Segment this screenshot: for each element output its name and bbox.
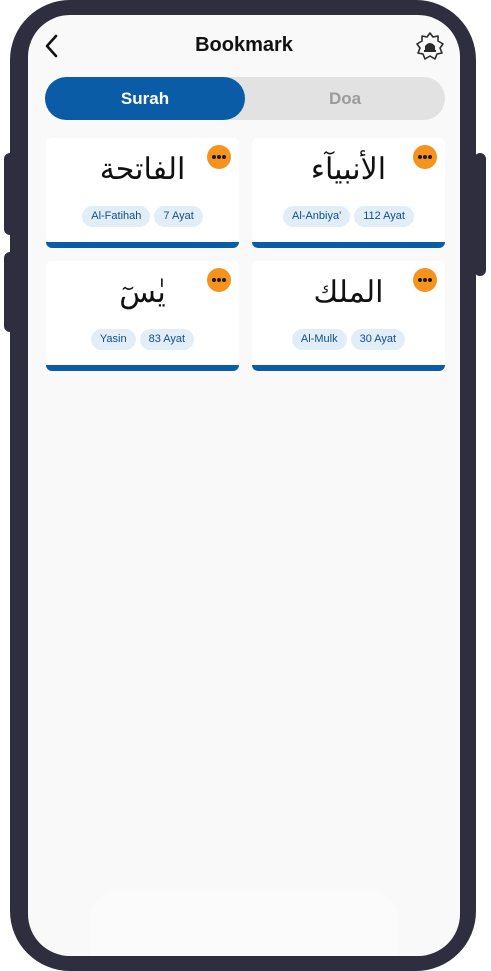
card-accent-bar [46, 365, 239, 371]
dot [222, 155, 226, 159]
dot [423, 155, 427, 159]
ayat-count-chip: 83 Ayat [139, 329, 195, 350]
ayat-count-chip: 7 Ayat [154, 206, 203, 227]
dot [212, 155, 216, 159]
ayat-count-chip: 30 Ayat [350, 329, 406, 350]
card-chips: Al-Mulk 30 Ayat [252, 329, 445, 350]
tab-surah[interactable]: Surah [45, 77, 245, 120]
surah-name-chip: Al-Anbiya' [283, 206, 351, 227]
card-accent-bar [46, 242, 239, 248]
volume-down-button [4, 252, 16, 332]
card-accent-bar [252, 242, 445, 248]
card-accent-bar [252, 365, 445, 371]
segmented-tabs: Surah Doa [45, 77, 445, 120]
more-options-button[interactable] [207, 145, 231, 169]
surah-name-chip: Al-Mulk [291, 329, 347, 350]
bookmark-card-yasin[interactable]: يٰسٓ Yasin 83 Ayat [46, 261, 239, 371]
bookmark-card-al-fatihah[interactable]: الفاتحة Al-Fatihah 7 Ayat [46, 138, 239, 248]
dot [217, 155, 221, 159]
card-chips: Al-Fatihah 7 Ayat [46, 206, 239, 227]
mosque-settings-button[interactable] [416, 32, 444, 60]
more-options-button[interactable] [207, 268, 231, 292]
volume-up-button [4, 153, 16, 235]
dot [428, 155, 432, 159]
page-title: Bookmark [195, 34, 293, 56]
dot [212, 278, 216, 282]
dot [222, 278, 226, 282]
card-chips: Yasin 83 Ayat [46, 329, 239, 350]
tab-doa[interactable]: Doa [245, 77, 445, 120]
power-button [474, 153, 486, 276]
bookmark-card-al-anbiya[interactable]: الأنبيآء Al-Anbiya' 112 Ayat [252, 138, 445, 248]
bottom-sheet-area [90, 890, 398, 956]
dot [418, 278, 422, 282]
more-options-button[interactable] [413, 145, 437, 169]
card-chips: Al-Anbiya' 112 Ayat [252, 206, 445, 227]
surah-name-chip: Yasin [90, 329, 136, 350]
bookmark-card-al-mulk[interactable]: الملك Al-Mulk 30 Ayat [252, 261, 445, 371]
dot [428, 278, 432, 282]
more-options-button[interactable] [413, 268, 437, 292]
screen: Bookmark Surah Doa الفاتحة Al-Fatihah 7 … [28, 15, 460, 956]
ayat-count-chip: 112 Ayat [354, 206, 414, 227]
header: Bookmark [28, 15, 460, 77]
surah-name-chip: Al-Fatihah [82, 206, 151, 227]
dot [423, 278, 427, 282]
mosque-badge-icon [416, 32, 444, 60]
dot [418, 155, 422, 159]
dot [217, 278, 221, 282]
